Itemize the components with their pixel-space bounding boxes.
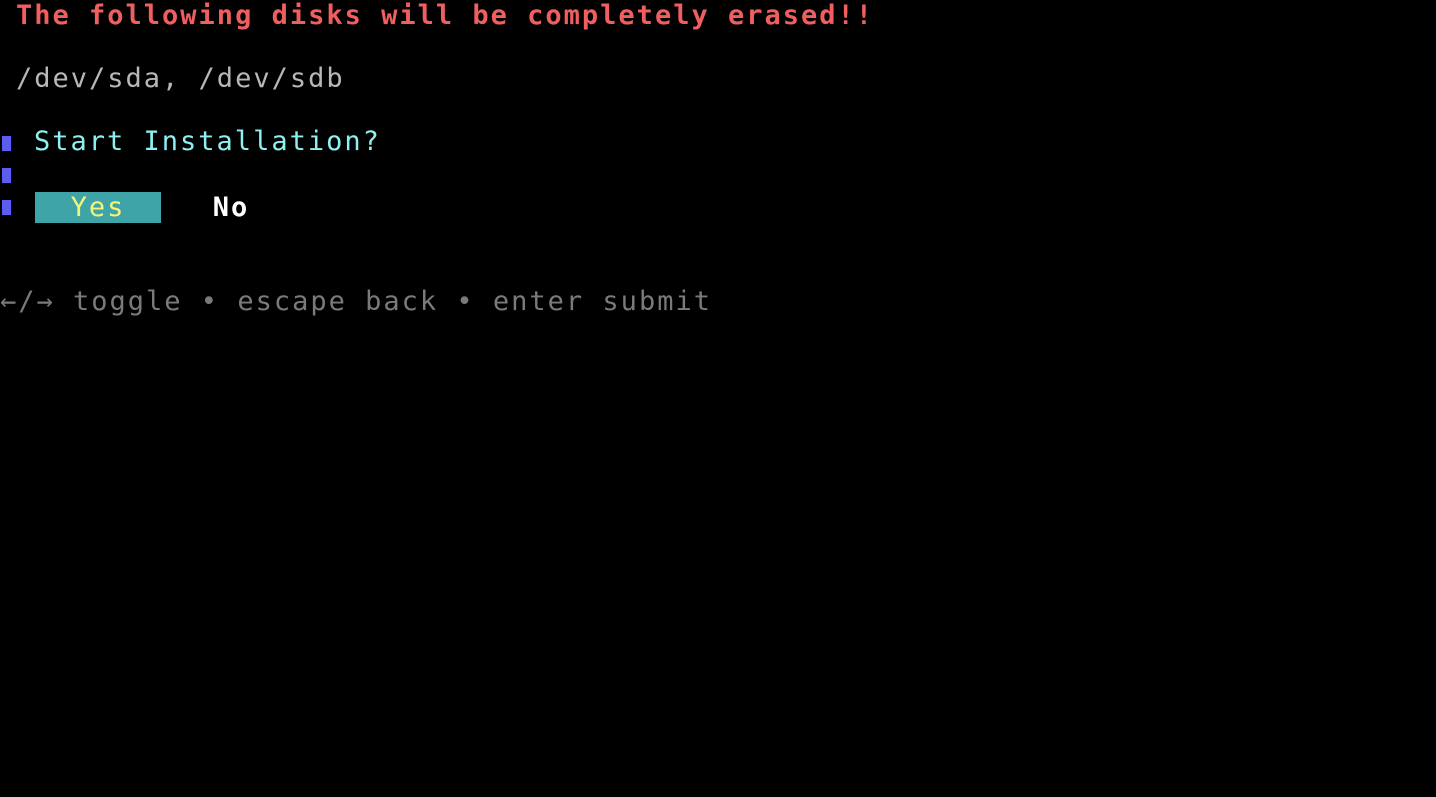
prompt-border-marker [2,200,11,215]
no-button[interactable]: No [196,192,266,223]
yes-button[interactable]: Yes [35,192,161,223]
prompt-border-marker [2,168,11,183]
disk-list: /dev/sda, /dev/sdb [16,63,345,94]
erase-warning: The following disks will be completely e… [16,0,875,31]
keybinding-help: ←/→ toggle • escape back • enter submit [0,286,712,317]
prompt-title: Start Installation? [34,126,381,157]
prompt-border-marker [2,136,11,151]
